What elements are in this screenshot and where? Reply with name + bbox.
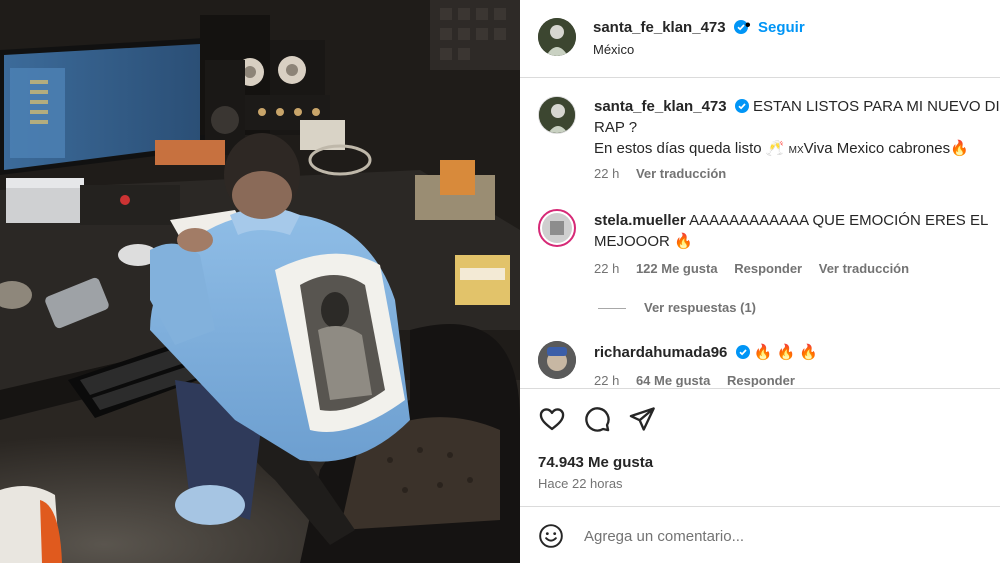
emoji-icon[interactable] (538, 523, 564, 549)
studio-photo (0, 0, 520, 563)
verified-icon (734, 99, 749, 113)
comment-avatar[interactable] (538, 209, 576, 247)
comment-time[interactable]: 22 h (594, 373, 619, 387)
comment-text: stela.mueller AAAAAAAAAAAA QUE EMOCIÓN E… (594, 210, 994, 252)
share-icon[interactable] (628, 405, 656, 433)
username-text: santa_fe_klan_473 (593, 19, 726, 36)
comment-time[interactable]: 22 h (594, 261, 619, 276)
comment-line1: AAAAAAAAAAAA QUE EMOCIÓN ERES EL (689, 212, 989, 229)
comment-likes[interactable]: 122 Me gusta (636, 261, 718, 276)
caption-line3-tail: Viva Mexico cabrones (803, 140, 951, 157)
add-comment-bar (520, 506, 1000, 563)
post-photo (0, 0, 520, 563)
caption-avatar[interactable] (538, 96, 576, 134)
follow-button[interactable]: Seguir (758, 19, 805, 36)
post-details-panel: santa_fe_klan_473 • Seguir México santa_… (520, 0, 1000, 563)
separator-dot: • (745, 17, 751, 34)
verified-icon (735, 345, 750, 359)
comment-username[interactable]: stela.mueller (594, 212, 686, 229)
post-header: santa_fe_klan_473 • Seguir México (520, 0, 1000, 78)
comment-username[interactable]: richardahumada96 (594, 344, 727, 361)
fire-emojis: 🔥 🔥 🔥 (753, 344, 819, 361)
comment-likes[interactable]: 64 Me gusta (636, 373, 710, 387)
translate-link[interactable]: Ver traducción (819, 261, 909, 276)
post-location[interactable]: México (593, 42, 634, 57)
view-replies-button[interactable]: Ver respuestas (1) (598, 300, 756, 315)
post-username[interactable]: santa_fe_klan_473 (593, 19, 748, 36)
caption-text: santa_fe_klan_473 ESTAN LISTOS PARA MI N… (594, 96, 1000, 161)
fire-emoji: 🔥 (674, 233, 693, 250)
comments-list[interactable]: santa_fe_klan_473 ESTAN LISTOS PARA MI N… (520, 79, 1000, 387)
comment-meta: 22 h 122 Me gusta Responder Ver traducci… (594, 261, 922, 276)
post-actions: 74.943 Me gusta Hace 22 horas (520, 388, 1000, 506)
reply-button[interactable]: Responder (727, 373, 795, 387)
translate-link[interactable]: Ver traducción (636, 166, 726, 181)
avatar-image (539, 97, 575, 133)
caption-time[interactable]: 22 h (594, 166, 619, 181)
likes-count[interactable]: 74.943 Me gusta (538, 454, 653, 471)
comment-line2: MEJOOOR (594, 233, 670, 250)
reply-button[interactable]: Responder (734, 261, 802, 276)
mexico-flag: MX (788, 145, 804, 156)
avatar[interactable] (538, 18, 576, 56)
comment-text: richardahumada96 🔥 🔥 🔥 (594, 342, 994, 363)
comment-input[interactable] (584, 525, 964, 547)
caption-line3: En estos días queda listo 🥂 (594, 140, 789, 157)
avatar-image (538, 18, 576, 56)
avatar-image (538, 341, 576, 379)
caption-username[interactable]: santa_fe_klan_473 (594, 98, 727, 115)
caption-meta: 22 h Ver traducción (594, 166, 739, 181)
caption-line1: ESTAN LISTOS PARA MI NUEVO DISCO (752, 98, 1000, 115)
comment-meta: 22 h 64 Me gusta Responder (594, 373, 808, 387)
post-time[interactable]: Hace 22 horas (538, 476, 623, 491)
caption-line2: RAP ? (594, 119, 638, 136)
comment-avatar[interactable] (538, 341, 576, 379)
heart-icon[interactable] (538, 405, 566, 433)
fire-emoji: 🔥 (950, 140, 969, 157)
avatar-image (542, 213, 572, 243)
comment-icon[interactable] (583, 405, 611, 433)
